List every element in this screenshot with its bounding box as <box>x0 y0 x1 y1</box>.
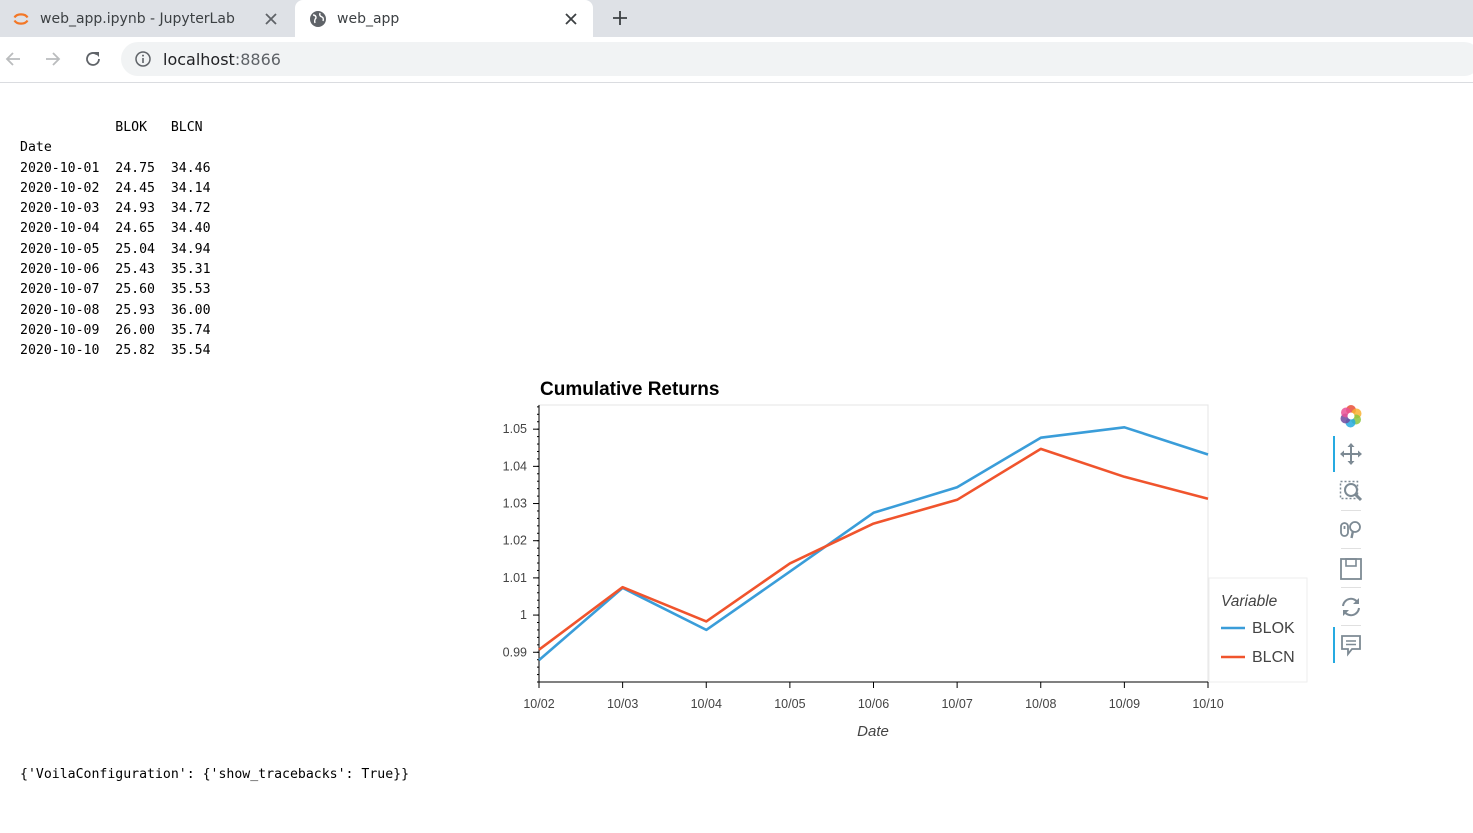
hover-active-indicator <box>1333 627 1335 663</box>
hover-icon[interactable] <box>1336 630 1366 660</box>
y-tick-label: 1.03 <box>503 497 527 511</box>
cumulative-returns-chart: Cumulative Returns 0.99 1 1.01 1.02 1.03 1.04… <box>503 379 1308 740</box>
y-tick-label: 1 <box>520 608 527 622</box>
dataframe-row: 2020-10-02 24.45 34.14 <box>20 180 211 196</box>
voila-config-output: {'VoilaConfiguration': {'show_tracebacks… <box>20 767 410 782</box>
x-tick-label: 10/09 <box>1109 697 1140 711</box>
series-lines <box>538 425 1209 662</box>
toolbar-divider <box>1341 510 1361 511</box>
toolbar-divider <box>1341 587 1361 588</box>
x-tick-label: 10/05 <box>774 697 805 711</box>
y-tick-label: 1.04 <box>503 459 527 473</box>
box-zoom-icon[interactable] <box>1336 477 1366 507</box>
x-axis-label: Date <box>857 723 889 740</box>
legend-label: BLCN <box>1252 649 1295 666</box>
tab-bar: web_app.ipynb - JupyterLab web_app <box>0 0 1473 37</box>
legend: Variable BLOK BLCN <box>1208 577 1308 683</box>
legend-title: Variable <box>1221 593 1278 610</box>
new-tab-button[interactable] <box>606 4 634 32</box>
dataframe-row: 2020-10-09 26.00 35.74 <box>20 322 211 338</box>
dataframe-row: 2020-10-07 25.60 35.53 <box>20 282 211 298</box>
legend-label: BLOK <box>1252 620 1295 637</box>
tab-title: web_app <box>337 10 400 27</box>
plot-frame <box>538 404 1209 683</box>
y-tick-label: 1.05 <box>503 422 527 436</box>
url-port: :8866 <box>234 49 281 69</box>
url-host: localhost <box>163 49 235 69</box>
tab-web-app[interactable]: web_app <box>295 0 593 37</box>
toolbar-divider <box>1341 625 1361 626</box>
address-bar[interactable]: localhost:8866 <box>121 42 1473 76</box>
chart-title: Cumulative Returns <box>540 379 719 400</box>
dataframe-row: 2020-10-01 24.75 34.46 <box>20 160 211 176</box>
dataframe-row: 2020-10-03 24.93 34.72 <box>20 201 211 217</box>
dataframe-output: BLOK BLCN Date 2020-10-01 24.75 34.46 2020-… <box>20 118 211 362</box>
pan-icon[interactable] <box>1336 439 1366 469</box>
reload-button[interactable] <box>80 46 106 72</box>
dataframe-row: 2020-10-10 25.82 35.54 <box>20 343 211 359</box>
dataframe-index-name: Date <box>20 140 52 156</box>
x-tick-label: 10/10 <box>1192 697 1223 711</box>
dataframe-row: 2020-10-05 25.04 34.94 <box>20 241 211 257</box>
url-text: localhost:8866 <box>163 50 281 69</box>
y-tick-label: 1.01 <box>503 571 527 585</box>
x-tick-label: 10/02 <box>523 697 554 711</box>
forward-button[interactable] <box>40 46 66 72</box>
bokeh-toolbar <box>1330 400 1372 670</box>
close-tab-icon[interactable] <box>559 7 583 31</box>
dataframe-row: 2020-10-08 25.93 36.00 <box>20 302 211 318</box>
dataframe-header: BLOK BLCN <box>20 120 203 135</box>
x-tick-label: 10/04 <box>691 697 722 711</box>
y-tick-label: 0.99 <box>503 645 527 659</box>
jupyter-icon <box>12 10 30 28</box>
axes: 0.99 1 1.01 1.02 1.03 1.04 1.05 10/02 10/03 10/04… <box>503 405 1224 711</box>
bokeh-logo-icon[interactable] <box>1336 401 1366 431</box>
globe-icon <box>309 10 327 28</box>
arrow-right-icon <box>46 52 61 66</box>
x-tick-label: 10/08 <box>1025 697 1056 711</box>
reset-icon[interactable] <box>1336 592 1366 622</box>
tab-title: web_app.ipynb - JupyterLab <box>40 10 235 27</box>
reload-icon <box>86 52 100 66</box>
x-tick-label: 10/07 <box>941 697 972 711</box>
y-tick-label: 1.02 <box>503 534 527 548</box>
back-button[interactable] <box>0 46 26 72</box>
x-tick-label: 10/06 <box>858 697 889 711</box>
plus-icon <box>613 11 627 25</box>
x-tick-label: 10/03 <box>607 697 638 711</box>
toolbar-divider <box>1341 548 1361 549</box>
tab-jupyterlab[interactable]: web_app.ipynb - JupyterLab <box>0 0 293 37</box>
series-line-blok <box>538 425 1209 662</box>
site-info-icon[interactable] <box>134 50 152 68</box>
browser-toolbar: localhost:8866 <box>0 37 1473 83</box>
dataframe-rows: 2020-10-01 24.75 34.46 2020-10-02 24.45 3… <box>20 159 211 362</box>
dataframe-row: 2020-10-04 24.65 34.40 <box>20 221 211 237</box>
save-icon[interactable] <box>1336 554 1366 584</box>
wheel-zoom-icon[interactable] <box>1336 515 1366 545</box>
pan-active-indicator <box>1333 436 1335 472</box>
close-tab-icon[interactable] <box>259 7 283 31</box>
series-line-blcn <box>538 447 1209 651</box>
arrow-left-icon <box>5 52 20 66</box>
dataframe-row: 2020-10-06 25.43 35.31 <box>20 262 211 278</box>
